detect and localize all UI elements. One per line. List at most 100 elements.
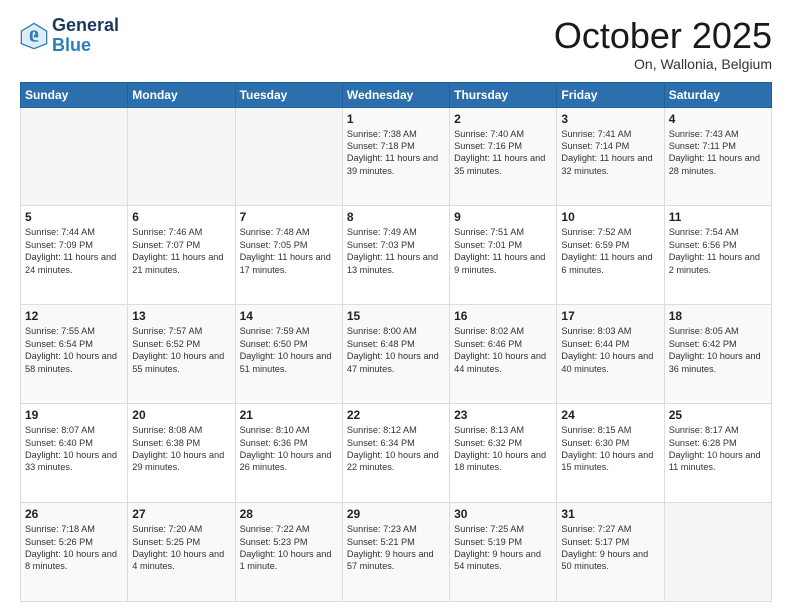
cell-info: Sunrise: 7:25 AM Sunset: 5:19 PM Dayligh… [454, 523, 552, 573]
cell-info: Sunrise: 7:57 AM Sunset: 6:52 PM Dayligh… [132, 325, 230, 375]
subtitle: On, Wallonia, Belgium [554, 56, 772, 72]
calendar-cell: 23 Sunrise: 8:13 AM Sunset: 6:32 PM Dayli… [450, 404, 557, 503]
calendar-cell: 12 Sunrise: 7:55 AM Sunset: 6:54 PM Dayli… [21, 305, 128, 404]
day-number: 7 [240, 210, 338, 224]
cell-info: Sunrise: 7:41 AM Sunset: 7:14 PM Dayligh… [561, 128, 659, 178]
cell-info: Sunrise: 7:40 AM Sunset: 7:16 PM Dayligh… [454, 128, 552, 178]
cell-info: Sunrise: 8:10 AM Sunset: 6:36 PM Dayligh… [240, 424, 338, 474]
calendar-week-row: 26 Sunrise: 7:18 AM Sunset: 5:26 PM Dayli… [21, 503, 772, 602]
calendar-cell [664, 503, 771, 602]
calendar-day-header: Monday [128, 82, 235, 107]
day-number: 20 [132, 408, 230, 422]
calendar-week-row: 1Sunrise: 7:38 AM Sunset: 7:18 PM Daylig… [21, 107, 772, 206]
day-number: 2 [454, 112, 552, 126]
calendar-cell: 26 Sunrise: 7:18 AM Sunset: 5:26 PM Dayli… [21, 503, 128, 602]
day-number: 24 [561, 408, 659, 422]
day-number: 10 [561, 210, 659, 224]
logo-line1: General [52, 16, 119, 36]
cell-info: Sunrise: 7:43 AM Sunset: 7:11 PM Dayligh… [669, 128, 767, 178]
day-number: 28 [240, 507, 338, 521]
calendar-week-row: 12 Sunrise: 7:55 AM Sunset: 6:54 PM Dayli… [21, 305, 772, 404]
calendar-cell: 22 Sunrise: 8:12 AM Sunset: 6:34 PM Dayli… [342, 404, 449, 503]
cell-info: Sunrise: 8:13 AM Sunset: 6:32 PM Dayligh… [454, 424, 552, 474]
day-number: 14 [240, 309, 338, 323]
calendar-cell: 18Sunrise: 8:05 AM Sunset: 6:42 PM Dayli… [664, 305, 771, 404]
day-number: 13 [132, 309, 230, 323]
calendar-cell: 17 Sunrise: 8:03 AM Sunset: 6:44 PM Dayli… [557, 305, 664, 404]
cell-info: Sunrise: 7:38 AM Sunset: 7:18 PM Dayligh… [347, 128, 445, 178]
calendar-cell: 29 Sunrise: 7:23 AM Sunset: 5:21 PM Dayli… [342, 503, 449, 602]
calendar-table: SundayMondayTuesdayWednesdayThursdayFrid… [20, 82, 772, 602]
calendar-week-row: 5Sunrise: 7:44 AM Sunset: 7:09 PM Daylig… [21, 206, 772, 305]
day-number: 21 [240, 408, 338, 422]
cell-info: Sunrise: 7:55 AM Sunset: 6:54 PM Dayligh… [25, 325, 123, 375]
logo-text: General Blue [52, 16, 119, 56]
logo-icon [20, 22, 48, 50]
main-title: October 2025 [554, 16, 772, 56]
cell-info: Sunrise: 7:27 AM Sunset: 5:17 PM Dayligh… [561, 523, 659, 573]
calendar-cell: 9Sunrise: 7:51 AM Sunset: 7:01 PM Daylig… [450, 206, 557, 305]
calendar-cell: 21 Sunrise: 8:10 AM Sunset: 6:36 PM Dayli… [235, 404, 342, 503]
cell-info: Sunrise: 7:22 AM Sunset: 5:23 PM Dayligh… [240, 523, 338, 573]
calendar-week-row: 19 Sunrise: 8:07 AM Sunset: 6:40 PM Dayli… [21, 404, 772, 503]
calendar-cell: 27 Sunrise: 7:20 AM Sunset: 5:25 PM Dayli… [128, 503, 235, 602]
day-number: 29 [347, 507, 445, 521]
calendar-cell [128, 107, 235, 206]
day-number: 15 [347, 309, 445, 323]
calendar-cell: 14 Sunrise: 7:59 AM Sunset: 6:50 PM Dayli… [235, 305, 342, 404]
calendar-cell: 6Sunrise: 7:46 AM Sunset: 7:07 PM Daylig… [128, 206, 235, 305]
calendar-day-header: Tuesday [235, 82, 342, 107]
day-number: 16 [454, 309, 552, 323]
calendar-cell: 5Sunrise: 7:44 AM Sunset: 7:09 PM Daylig… [21, 206, 128, 305]
calendar-header-row: SundayMondayTuesdayWednesdayThursdayFrid… [21, 82, 772, 107]
day-number: 3 [561, 112, 659, 126]
logo: General Blue [20, 16, 119, 56]
calendar-day-header: Sunday [21, 82, 128, 107]
calendar-cell: 11Sunrise: 7:54 AM Sunset: 6:56 PM Dayli… [664, 206, 771, 305]
cell-info: Sunrise: 7:18 AM Sunset: 5:26 PM Dayligh… [25, 523, 123, 573]
calendar-cell: 25Sunrise: 8:17 AM Sunset: 6:28 PM Dayli… [664, 404, 771, 503]
day-number: 6 [132, 210, 230, 224]
day-number: 26 [25, 507, 123, 521]
cell-info: Sunrise: 7:20 AM Sunset: 5:25 PM Dayligh… [132, 523, 230, 573]
calendar-day-header: Thursday [450, 82, 557, 107]
day-number: 23 [454, 408, 552, 422]
cell-info: Sunrise: 8:12 AM Sunset: 6:34 PM Dayligh… [347, 424, 445, 474]
cell-info: Sunrise: 8:03 AM Sunset: 6:44 PM Dayligh… [561, 325, 659, 375]
cell-info: Sunrise: 7:51 AM Sunset: 7:01 PM Dayligh… [454, 226, 552, 276]
calendar-cell: 13 Sunrise: 7:57 AM Sunset: 6:52 PM Dayli… [128, 305, 235, 404]
day-number: 12 [25, 309, 123, 323]
day-number: 19 [25, 408, 123, 422]
day-number: 30 [454, 507, 552, 521]
day-number: 17 [561, 309, 659, 323]
calendar-cell: 30 Sunrise: 7:25 AM Sunset: 5:19 PM Dayli… [450, 503, 557, 602]
cell-info: Sunrise: 8:07 AM Sunset: 6:40 PM Dayligh… [25, 424, 123, 474]
calendar-cell: 20 Sunrise: 8:08 AM Sunset: 6:38 PM Dayli… [128, 404, 235, 503]
header: General Blue October 2025 On, Wallonia, … [20, 16, 772, 72]
day-number: 27 [132, 507, 230, 521]
calendar-cell: 3 Sunrise: 7:41 AM Sunset: 7:14 PM Daylig… [557, 107, 664, 206]
calendar-day-header: Saturday [664, 82, 771, 107]
day-number: 8 [347, 210, 445, 224]
cell-info: Sunrise: 7:48 AM Sunset: 7:05 PM Dayligh… [240, 226, 338, 276]
calendar-cell: 7 Sunrise: 7:48 AM Sunset: 7:05 PM Daylig… [235, 206, 342, 305]
day-number: 22 [347, 408, 445, 422]
cell-info: Sunrise: 8:00 AM Sunset: 6:48 PM Dayligh… [347, 325, 445, 375]
day-number: 31 [561, 507, 659, 521]
calendar-cell: 8Sunrise: 7:49 AM Sunset: 7:03 PM Daylig… [342, 206, 449, 305]
calendar-cell: 28 Sunrise: 7:22 AM Sunset: 5:23 PM Dayli… [235, 503, 342, 602]
title-block: October 2025 On, Wallonia, Belgium [554, 16, 772, 72]
cell-info: Sunrise: 8:15 AM Sunset: 6:30 PM Dayligh… [561, 424, 659, 474]
cell-info: Sunrise: 7:59 AM Sunset: 6:50 PM Dayligh… [240, 325, 338, 375]
cell-info: Sunrise: 7:54 AM Sunset: 6:56 PM Dayligh… [669, 226, 767, 276]
cell-info: Sunrise: 8:17 AM Sunset: 6:28 PM Dayligh… [669, 424, 767, 474]
calendar-day-header: Wednesday [342, 82, 449, 107]
calendar-cell: 19 Sunrise: 8:07 AM Sunset: 6:40 PM Dayli… [21, 404, 128, 503]
cell-info: Sunrise: 8:08 AM Sunset: 6:38 PM Dayligh… [132, 424, 230, 474]
calendar-cell: 15 Sunrise: 8:00 AM Sunset: 6:48 PM Dayli… [342, 305, 449, 404]
calendar-cell: 10Sunrise: 7:52 AM Sunset: 6:59 PM Dayli… [557, 206, 664, 305]
page: General Blue October 2025 On, Wallonia, … [0, 0, 792, 612]
calendar-cell: 31 Sunrise: 7:27 AM Sunset: 5:17 PM Dayli… [557, 503, 664, 602]
cell-info: Sunrise: 7:23 AM Sunset: 5:21 PM Dayligh… [347, 523, 445, 573]
calendar-cell: 24 Sunrise: 8:15 AM Sunset: 6:30 PM Dayli… [557, 404, 664, 503]
